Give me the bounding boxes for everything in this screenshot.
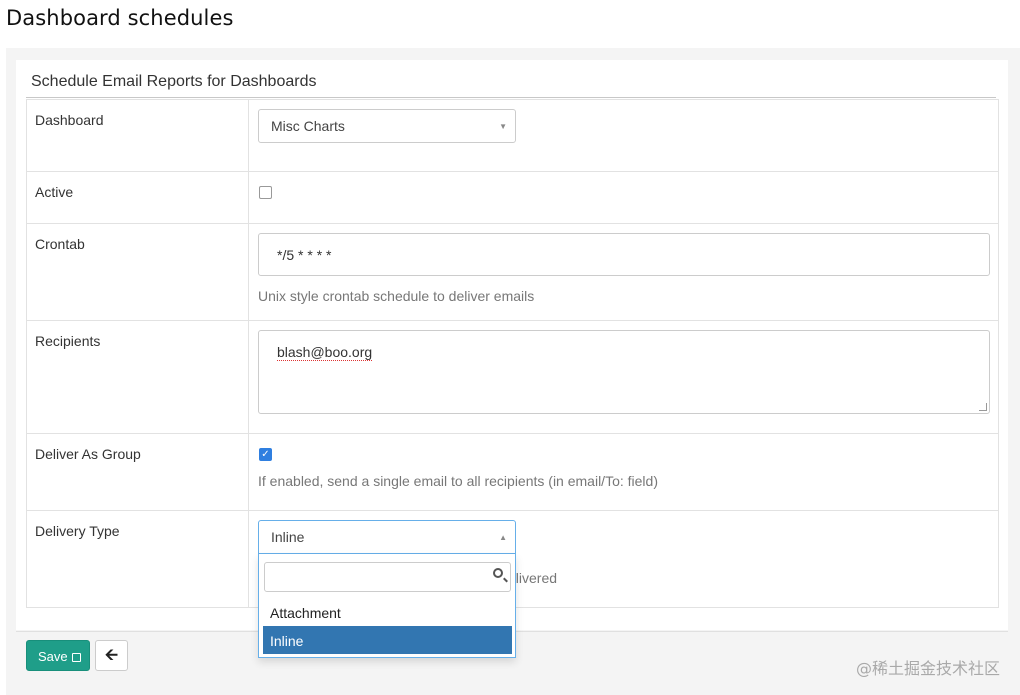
resize-handle-icon[interactable] [979, 403, 987, 411]
save-button-label: Save [38, 649, 68, 664]
chevron-down-icon: ▼ [499, 122, 507, 131]
form-row-recipients: Recipients blash@boo.org [26, 320, 999, 434]
panel-divider [26, 97, 996, 98]
active-checkbox[interactable] [259, 186, 272, 199]
dropdown-option-attachment[interactable]: Attachment [263, 598, 512, 626]
recipients-textarea[interactable]: blash@boo.org [258, 330, 990, 414]
dropdown-search-input[interactable] [264, 562, 511, 592]
form-row-dashboard: Dashboard Misc Charts ▼ [26, 99, 999, 172]
dashboard-label: Dashboard [26, 99, 249, 172]
form-row-active: Active [26, 171, 999, 224]
delivery-type-dropdown: Attachment Inline [258, 554, 516, 658]
recipients-value: blash@boo.org [277, 344, 373, 361]
dashboard-select-value: Misc Charts [271, 118, 345, 134]
deliver-as-group-help: If enabled, send a single email to all r… [258, 473, 658, 489]
dropdown-option-inline[interactable]: Inline [263, 626, 512, 654]
form-row-deliver-as-group: Deliver As Group ✓ If enabled, send a si… [26, 433, 999, 511]
save-button[interactable]: Save [26, 640, 90, 671]
crontab-help: Unix style crontab schedule to deliver e… [258, 288, 535, 304]
panel-title: Schedule Email Reports for Dashboards [31, 73, 317, 90]
search-icon [493, 568, 503, 578]
page-title: Dashboard schedules [6, 6, 234, 30]
delivery-type-label: Delivery Type [26, 510, 249, 608]
dashboard-select[interactable]: Misc Charts ▼ [258, 109, 516, 143]
arrow-left-icon: 🡨 [105, 647, 118, 664]
chevron-up-icon: ▲ [499, 533, 507, 542]
floppy-disk-icon [71, 653, 81, 662]
recipients-label: Recipients [26, 320, 249, 434]
form-row-crontab: Crontab */5 * * * * Unix style crontab s… [26, 223, 999, 321]
watermark: @稀土掘金技术社区 [855, 659, 1000, 678]
crontab-input[interactable]: */5 * * * * [258, 233, 990, 276]
active-label: Active [26, 171, 249, 224]
crontab-label: Crontab [26, 223, 249, 321]
deliver-as-group-checkbox[interactable]: ✓ [259, 448, 272, 461]
delivery-type-select[interactable]: Inline ▲ [258, 520, 516, 554]
schedule-form: Dashboard Misc Charts ▼ Active Crontab *… [26, 99, 999, 608]
back-button[interactable]: 🡨 [95, 640, 128, 671]
deliver-as-group-label: Deliver As Group [26, 433, 249, 511]
delivery-type-select-value: Inline [271, 529, 305, 545]
